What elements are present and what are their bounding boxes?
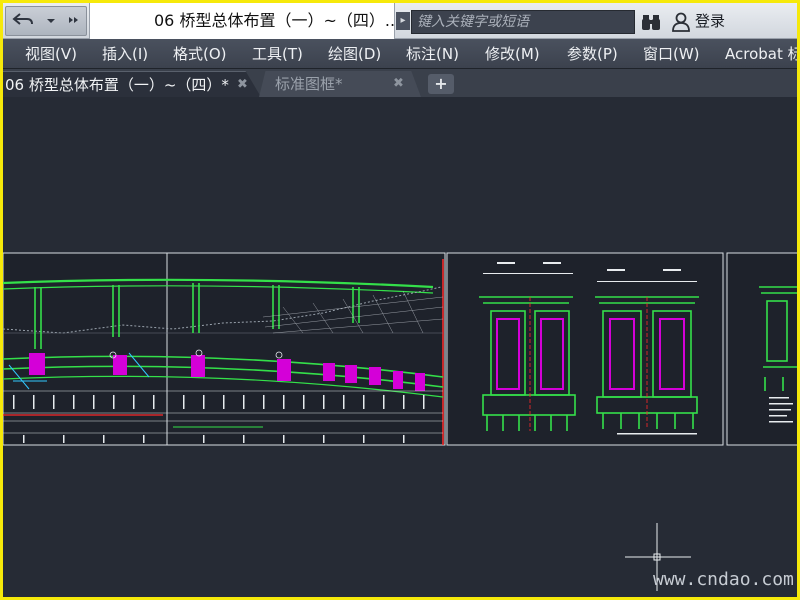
menu-draw[interactable]: 绘图(D) <box>328 39 381 69</box>
sheet-elevation <box>3 252 446 446</box>
close-icon[interactable]: ✖ <box>393 71 404 97</box>
sheet-pier-sections <box>446 252 724 446</box>
menu-format[interactable]: 格式(O) <box>173 39 227 69</box>
menu-tools[interactable]: 工具(T) <box>252 39 303 69</box>
drawing-canvas[interactable]: www.cndao.com <box>3 97 797 597</box>
tab-label: 06 桥型总体布置（一）~（四）* <box>5 76 229 94</box>
menu-window[interactable]: 窗口(W) <box>643 39 700 69</box>
binoculars-icon[interactable] <box>641 13 661 31</box>
app-frame: 06 桥型总体布置（一）~（四）.... ▸ 键入关键字或短语 登录 视图(V)… <box>3 3 797 597</box>
cad-drawing <box>3 252 797 591</box>
tab-label: 标准图框* <box>275 75 343 93</box>
menu-modify[interactable]: 修改(M) <box>485 39 540 69</box>
tab-bridge-layout[interactable]: 06 桥型总体布置（一）~（四）* ✖ <box>3 71 261 97</box>
tab-standard-frame[interactable]: 标准图框* ✖ <box>259 71 421 97</box>
sheet-partial <box>726 252 797 446</box>
more-icon[interactable] <box>68 14 80 29</box>
dropdown-arrow-icon[interactable] <box>46 14 56 29</box>
login-button[interactable]: 登录 <box>695 3 725 39</box>
watermark-text: www.cndao.com <box>653 569 794 590</box>
title-bar: 06 桥型总体布置（一）~（四）.... ▸ 键入关键字或短语 登录 <box>3 3 797 39</box>
document-tab-bar: 06 桥型总体布置（一）~（四）* ✖ 标准图框* ✖ + <box>3 69 797 97</box>
search-expand-icon[interactable]: ▸ <box>396 12 410 30</box>
close-icon[interactable]: ✖ <box>237 72 248 97</box>
menu-dimension[interactable]: 标注(N) <box>406 39 459 69</box>
quick-access-toolbar <box>5 6 87 36</box>
menu-insert[interactable]: 插入(I) <box>102 39 148 69</box>
menu-bar: 视图(V) 插入(I) 格式(O) 工具(T) 绘图(D) 标注(N) 修改(M… <box>3 39 797 69</box>
document-title: 06 桥型总体布置（一）~（四）.... <box>89 3 395 39</box>
user-icon[interactable] <box>671 12 691 32</box>
menu-parametric[interactable]: 参数(P) <box>567 39 618 69</box>
new-tab-button[interactable]: + <box>428 74 454 94</box>
menu-view[interactable]: 视图(V) <box>25 39 77 69</box>
search-input[interactable]: 键入关键字或短语 <box>411 10 635 34</box>
undo-icon[interactable] <box>12 11 34 31</box>
menu-acrobat[interactable]: Acrobat 标 <box>725 39 797 69</box>
